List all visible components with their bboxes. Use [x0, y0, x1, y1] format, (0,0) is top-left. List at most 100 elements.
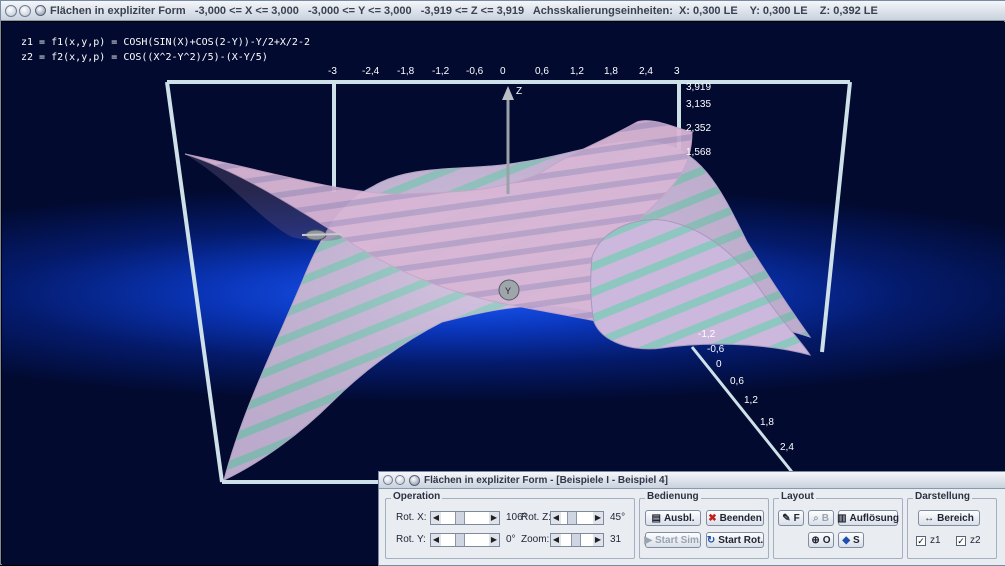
x-tick: -0,6 — [466, 66, 484, 77]
rot-z-thumb[interactable] — [567, 512, 577, 524]
b-label: B — [821, 512, 829, 524]
ausbl-label: Ausbl. — [663, 512, 695, 524]
zoom-slider[interactable]: ◀ ▶ — [550, 533, 604, 547]
rot-y-increase-icon[interactable]: ▶ — [489, 534, 499, 546]
y-tick: 0 — [716, 359, 722, 370]
z2-checkbox[interactable]: ✓ — [956, 536, 966, 546]
fill-icon: ✎ — [782, 512, 791, 524]
z-tick: 2,352 — [686, 123, 711, 134]
o-button[interactable]: ⊕ O — [808, 532, 834, 548]
rot-y-slider[interactable]: ◀ ▶ — [430, 533, 500, 547]
grid-icon: ▥ — [837, 512, 847, 524]
z-tick: 3,135 — [686, 99, 711, 110]
shading-icon: ◆ — [842, 534, 851, 546]
f-button[interactable]: ✎ F — [778, 510, 804, 526]
dialog-menu-button[interactable] — [383, 475, 393, 485]
rot-z-slider[interactable]: ◀ ▶ — [550, 511, 604, 525]
rot-y-decrease-icon[interactable]: ◀ — [431, 534, 441, 546]
group-operation-title: Operation — [391, 491, 443, 502]
x-tick: 1,8 — [604, 66, 618, 77]
range-icon: ↔ — [924, 512, 935, 524]
start-rot-button[interactable]: ↻ Start Rot. — [706, 532, 764, 548]
z2-checkbox-label: z2 — [970, 535, 981, 546]
rot-y-label: Rot. Y: — [396, 534, 426, 545]
s-button[interactable]: ◆ S — [838, 532, 864, 548]
y-axis-line — [690, 346, 794, 473]
dialog-minimize-button[interactable] — [395, 475, 405, 485]
x-tick: -3 — [328, 66, 337, 77]
y-marker-label: Y — [505, 286, 511, 296]
window-title: Flächen in expliziter Form -3,000 <= X <… — [50, 4, 878, 17]
rot-x-thumb[interactable] — [455, 512, 465, 524]
x-tick: -2,4 — [362, 66, 380, 77]
start-sim-button[interactable]: ▶ Start Sim. — [644, 532, 702, 548]
app-icon — [35, 5, 46, 16]
main-window: Flächen in expliziter Form -3,000 <= X <… — [0, 0, 1005, 566]
y-tick: -0,6 — [707, 344, 725, 355]
x-tick: -1,8 — [397, 66, 415, 77]
window-menu-button[interactable] — [5, 4, 17, 17]
x-tick: 0 — [500, 66, 506, 77]
hide-icon: ▤ — [651, 512, 661, 524]
group-bedienung-title: Bedienung — [645, 491, 701, 502]
window-minimize-button[interactable] — [19, 4, 31, 17]
group-bedienung: Bedienung ▤ Ausbl. ✖ Beenden ▶ Start Sim… — [639, 491, 769, 559]
beenden-button[interactable]: ✖ Beenden — [706, 510, 764, 526]
aufloesung-button[interactable]: ▥ Auflösung — [837, 510, 899, 526]
group-darstellung: Darstellung ↔ Bereich ✓ z1 ✓ z2 — [907, 491, 997, 559]
rot-z-label: Rot. Z: — [521, 512, 552, 523]
b-button[interactable]: ⌕ B — [808, 510, 834, 526]
z-tick: 1,568 — [686, 147, 711, 158]
rot-x-increase-icon[interactable]: ▶ — [489, 512, 499, 524]
start-sim-label: Start Sim. — [655, 534, 702, 546]
target-icon: ⊕ — [811, 534, 820, 546]
z-tick-labels: 3,919 3,135 2,352 1,568 — [686, 82, 711, 158]
x-tick: 0,6 — [535, 66, 549, 77]
rot-y-value: 0° — [506, 534, 516, 545]
group-darstellung-title: Darstellung — [913, 491, 973, 502]
y-tick: 1,8 — [760, 417, 774, 428]
rot-z-increase-icon[interactable]: ▶ — [593, 512, 603, 524]
x-tick: 3 — [674, 66, 680, 77]
bereich-button[interactable]: ↔ Bereich — [918, 510, 980, 526]
x-tick: -1,2 — [432, 66, 450, 77]
z-tick: 3,919 — [686, 82, 711, 93]
dialog-titlebar[interactable]: Flächen in expliziter Form - [Beispiele … — [379, 472, 1005, 489]
formula-z1: z1 = f1(x,y,p) = COSH(SIN(X)+COS(2-Y))-Y… — [21, 37, 310, 48]
bereich-label: Bereich — [937, 512, 974, 524]
window-controls — [5, 4, 31, 17]
rotate-icon: ↻ — [706, 534, 716, 546]
z1-checkbox[interactable]: ✓ — [916, 536, 926, 546]
f-label: F — [793, 512, 800, 524]
zoom-thumb[interactable] — [571, 534, 581, 546]
x-tick-labels: -3 -2,4 -1,8 -1,2 -0,6 0 0,6 1,2 1,8 2,4… — [328, 66, 680, 77]
zoom-increase-icon[interactable]: ▶ — [593, 534, 603, 546]
z-axis-label: Z — [516, 86, 522, 97]
x-tick: 1,2 — [570, 66, 584, 77]
rot-x-decrease-icon[interactable]: ◀ — [431, 512, 441, 524]
zoom-label: Zoom: — [521, 534, 550, 545]
control-dialog: Flächen in expliziter Form - [Beispiele … — [378, 471, 1005, 566]
dialog-app-icon — [409, 474, 420, 486]
y-tick: 0,6 — [730, 376, 744, 387]
y-tick: 2,4 — [780, 442, 794, 453]
rot-z-decrease-icon[interactable]: ◀ — [551, 512, 561, 524]
group-layout-title: Layout — [779, 491, 816, 502]
zoom-decrease-icon[interactable]: ◀ — [551, 534, 561, 546]
beenden-label: Beenden — [719, 512, 762, 524]
o-label: O — [822, 534, 831, 546]
y-tick: -1,2 — [698, 329, 716, 340]
y-tick: 1,2 — [744, 395, 758, 406]
aufloesung-label: Auflösung — [849, 512, 899, 524]
brush-icon: ⌕ — [813, 512, 819, 524]
start-rot-label: Start Rot. — [718, 534, 764, 546]
rot-x-slider[interactable]: ◀ ▶ — [430, 511, 500, 525]
s-label: S — [853, 534, 860, 546]
rot-y-thumb[interactable] — [455, 534, 465, 546]
dialog-window-controls — [383, 475, 405, 485]
ausbl-button[interactable]: ▤ Ausbl. — [645, 510, 701, 526]
formula-z2: z2 = f2(x,y,p) = COS((X^2-Y^2)/5)-(X-Y/5… — [21, 52, 268, 63]
zoom-value: 31 — [610, 534, 622, 545]
close-icon: ✖ — [708, 512, 717, 524]
dialog-title: Flächen in expliziter Form - [Beispiele … — [424, 474, 668, 486]
